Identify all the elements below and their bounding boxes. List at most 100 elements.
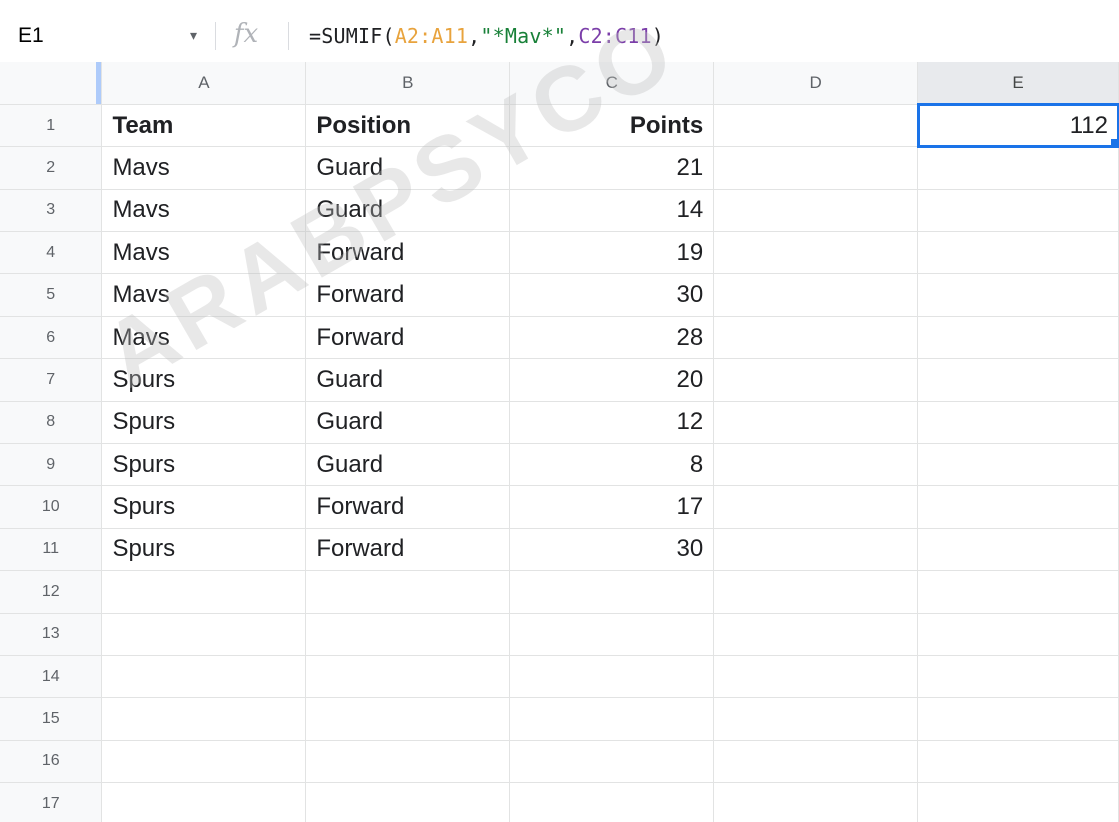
chevron-down-icon[interactable]: ▾ xyxy=(190,27,197,44)
cell-e3[interactable] xyxy=(917,189,1119,233)
cell-b17[interactable] xyxy=(305,782,511,822)
formula-input[interactable]: =SUMIF(A2:A11,"*Mav*",C2:C11) xyxy=(309,24,664,48)
cell-b8[interactable]: Guard xyxy=(305,401,511,445)
cell-b13[interactable] xyxy=(305,613,511,656)
cell-d1[interactable] xyxy=(713,104,919,148)
row-header[interactable]: 4 xyxy=(0,231,103,275)
cell-c2[interactable]: 21 xyxy=(509,146,715,190)
cell-a7[interactable]: Spurs xyxy=(101,358,307,402)
cell-e9[interactable] xyxy=(917,443,1119,487)
cell-e13[interactable] xyxy=(917,613,1119,656)
cell-a17[interactable] xyxy=(101,782,307,822)
row-header[interactable]: 2 xyxy=(0,146,103,190)
cell-c6[interactable]: 28 xyxy=(509,316,715,360)
select-all-corner[interactable] xyxy=(0,62,103,105)
row-header[interactable]: 5 xyxy=(0,273,103,317)
cell-e8[interactable] xyxy=(917,401,1119,445)
cell-b4[interactable]: Forward xyxy=(305,231,511,275)
cell-a12[interactable] xyxy=(101,570,307,614)
cell-d13[interactable] xyxy=(713,613,919,656)
fill-handle[interactable] xyxy=(1111,139,1118,146)
cell-a8[interactable]: Spurs xyxy=(101,401,307,445)
cell-c8[interactable]: 12 xyxy=(509,401,715,445)
cell-c12[interactable] xyxy=(509,570,715,614)
cell-b12[interactable] xyxy=(305,570,511,614)
cell-b2[interactable]: Guard xyxy=(305,146,511,190)
cell-d17[interactable] xyxy=(713,782,919,822)
cell-e14[interactable] xyxy=(917,655,1119,699)
cell-a5[interactable]: Mavs xyxy=(101,273,307,317)
cell-a10[interactable]: Spurs xyxy=(101,485,307,529)
cell-c4[interactable]: 19 xyxy=(509,231,715,275)
cell-c3[interactable]: 14 xyxy=(509,189,715,233)
spreadsheet-grid[interactable]: A B C D E 1 Team Position Points 112 2 Mavs Gua… xyxy=(0,62,1119,822)
column-header-d[interactable]: D xyxy=(713,62,919,105)
cell-b15[interactable] xyxy=(305,697,511,741)
cell-b9[interactable]: Guard xyxy=(305,443,511,487)
row-header[interactable]: 14 xyxy=(0,655,103,699)
row-header[interactable]: 12 xyxy=(0,570,103,614)
cell-c17[interactable] xyxy=(509,782,715,822)
cell-d12[interactable] xyxy=(713,570,919,614)
cell-c5[interactable]: 30 xyxy=(509,273,715,317)
cell-b16[interactable] xyxy=(305,740,511,784)
cell-d3[interactable] xyxy=(713,189,919,233)
cell-a9[interactable]: Spurs xyxy=(101,443,307,487)
cell-d10[interactable] xyxy=(713,485,919,529)
row-header[interactable]: 9 xyxy=(0,443,103,487)
cell-a16[interactable] xyxy=(101,740,307,784)
row-header[interactable]: 1 xyxy=(0,104,103,148)
cell-d14[interactable] xyxy=(713,655,919,699)
cell-b11[interactable]: Forward xyxy=(305,528,511,572)
cell-e11[interactable] xyxy=(917,528,1119,572)
row-header[interactable]: 13 xyxy=(0,613,103,656)
row-header[interactable]: 8 xyxy=(0,401,103,445)
cell-d4[interactable] xyxy=(713,231,919,275)
cell-c9[interactable]: 8 xyxy=(509,443,715,487)
cell-b7[interactable]: Guard xyxy=(305,358,511,402)
cell-e4[interactable] xyxy=(917,231,1119,275)
cell-e1[interactable]: 112 xyxy=(916,103,1119,148)
cell-e12[interactable] xyxy=(917,570,1119,614)
cell-a4[interactable]: Mavs xyxy=(101,231,307,275)
cell-b5[interactable]: Forward xyxy=(305,273,511,317)
row-header[interactable]: 10 xyxy=(0,485,103,529)
row-header[interactable]: 15 xyxy=(0,697,103,741)
row-header[interactable]: 17 xyxy=(0,782,103,822)
cell-b10[interactable]: Forward xyxy=(305,485,511,529)
cell-e10[interactable] xyxy=(917,485,1119,529)
cell-a6[interactable]: Mavs xyxy=(101,316,307,360)
cell-e5[interactable] xyxy=(917,273,1119,317)
cell-a3[interactable]: Mavs xyxy=(101,189,307,233)
cell-c13[interactable] xyxy=(509,613,715,656)
cell-a11[interactable]: Spurs xyxy=(101,528,307,572)
cell-d2[interactable] xyxy=(713,146,919,190)
cell-c7[interactable]: 20 xyxy=(509,358,715,402)
cell-e17[interactable] xyxy=(917,782,1119,822)
cell-e2[interactable] xyxy=(917,146,1119,190)
cell-a14[interactable] xyxy=(101,655,307,699)
cell-c16[interactable] xyxy=(509,740,715,784)
cell-a15[interactable] xyxy=(101,697,307,741)
cell-c10[interactable]: 17 xyxy=(509,485,715,529)
column-header-b[interactable]: B xyxy=(305,62,511,105)
column-header-c[interactable]: C xyxy=(509,62,715,105)
cell-c14[interactable] xyxy=(509,655,715,699)
column-header-e[interactable]: E xyxy=(917,62,1119,105)
cell-d6[interactable] xyxy=(713,316,919,360)
cell-d5[interactable] xyxy=(713,273,919,317)
row-header[interactable]: 3 xyxy=(0,189,103,233)
cell-a2[interactable]: Mavs xyxy=(101,146,307,190)
row-header[interactable]: 16 xyxy=(0,740,103,784)
cell-c15[interactable] xyxy=(509,697,715,741)
cell-a1[interactable]: Team xyxy=(101,104,307,148)
cell-d9[interactable] xyxy=(713,443,919,487)
cell-d15[interactable] xyxy=(713,697,919,741)
row-header[interactable]: 11 xyxy=(0,528,103,572)
cell-e6[interactable] xyxy=(917,316,1119,360)
cell-e7[interactable] xyxy=(917,358,1119,402)
cell-b6[interactable]: Forward xyxy=(305,316,511,360)
cell-d11[interactable] xyxy=(713,528,919,572)
cell-e16[interactable] xyxy=(917,740,1119,784)
row-header[interactable]: 6 xyxy=(0,316,103,360)
